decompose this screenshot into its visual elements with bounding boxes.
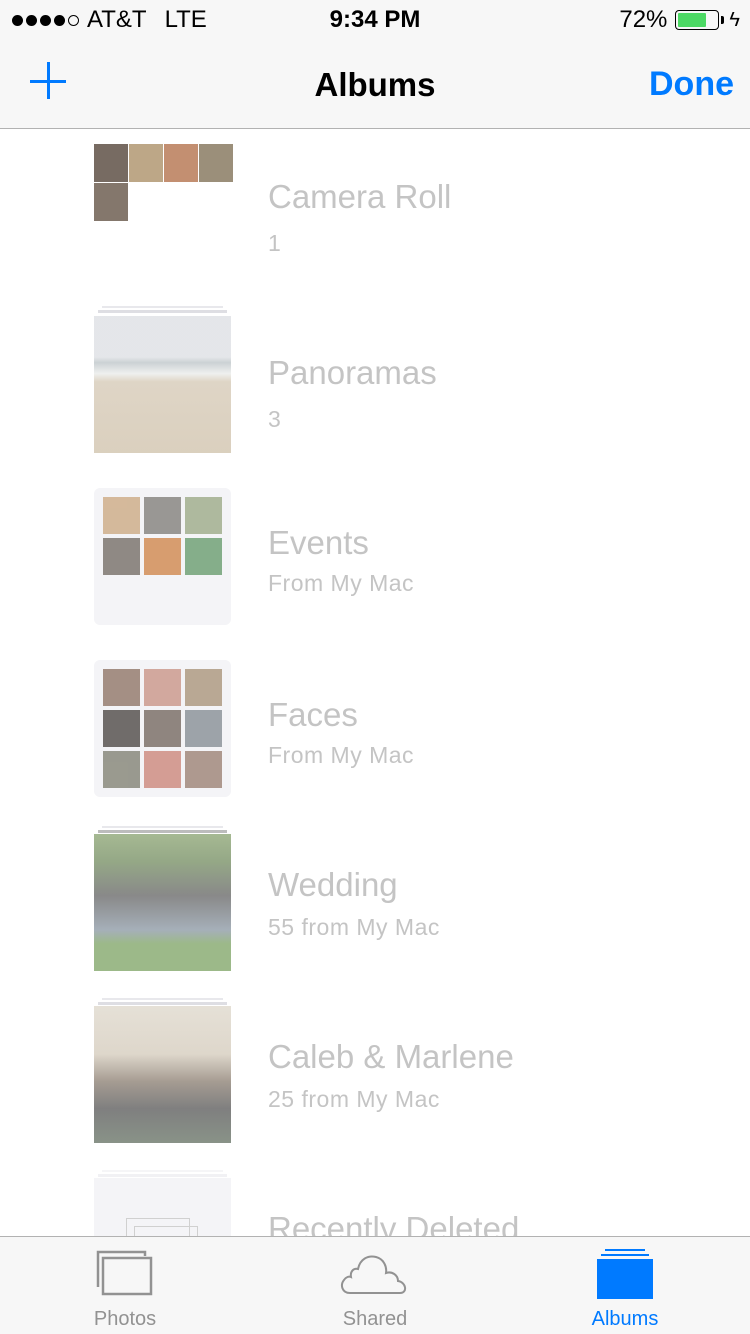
bolt-icon: ϟ <box>729 8 740 31</box>
tab-label: Shared <box>342 1308 408 1330</box>
album-row-faces[interactable]: Faces From My Mac <box>0 660 750 832</box>
stack-edge <box>98 310 227 313</box>
stack-edge <box>102 306 223 308</box>
group-photo-thumbnail <box>94 834 231 971</box>
album-name: Events <box>268 524 369 561</box>
album-name: Recently Deleted <box>268 1210 520 1236</box>
tab-label: Albums <box>591 1308 659 1330</box>
album-row-events[interactable]: Events From My Mac <box>0 488 750 660</box>
photos-icon <box>96 1250 153 1296</box>
tab-albums[interactable]: Albums <box>500 1237 750 1334</box>
battery-level <box>678 13 706 27</box>
photo-mosaic-thumbnail <box>94 144 233 222</box>
album-row-panoramas[interactable]: Panoramas 3 <box>0 306 750 478</box>
stack-edge <box>98 830 227 833</box>
party-photo-thumbnail <box>94 1006 231 1143</box>
album-count: 1 <box>268 230 282 256</box>
page-title: Albums <box>314 66 436 103</box>
album-name: Caleb & Marlene <box>268 1038 514 1075</box>
cloud-icon <box>341 1255 406 1294</box>
battery-info: 72% ϟ <box>619 6 740 34</box>
albums-icon <box>597 1249 653 1299</box>
beach-photo-thumbnail <box>94 316 231 453</box>
photos-albums-screen: AT&T LTE 9:34 PM 72% ϟ Albums Done Camer… <box>0 0 750 1334</box>
album-name: Panoramas <box>268 354 437 391</box>
stack-edge <box>102 1170 223 1172</box>
tab-bar: Photos Shared Albums <box>0 1236 750 1334</box>
album-row-camera-roll[interactable]: Camera Roll 1 <box>0 130 750 302</box>
album-row-wedding[interactable]: Wedding 55 from My Mac <box>0 826 750 998</box>
album-row-caleb-marlene[interactable]: Caleb & Marlene 25 from My Mac <box>0 998 750 1170</box>
album-name: Wedding <box>268 866 398 903</box>
album-name: Camera Roll <box>268 178 452 215</box>
stack-edge <box>102 998 223 1000</box>
navigation-bar: Albums Done <box>0 40 750 129</box>
event-grid-thumbnail <box>94 488 231 625</box>
stack-edge <box>98 1174 227 1177</box>
tab-label: Photos <box>93 1308 157 1330</box>
tab-photos[interactable]: Photos <box>0 1237 250 1334</box>
faces-grid-thumbnail <box>94 660 231 797</box>
album-count: 25 from My Mac <box>268 1086 440 1112</box>
empty-album-thumbnail <box>94 1178 231 1236</box>
done-button[interactable]: Done <box>649 65 734 104</box>
album-count: 3 <box>268 406 282 432</box>
battery-tip <box>721 16 725 24</box>
album-row-recently-deleted[interactable]: Recently Deleted <box>0 1170 750 1236</box>
battery-percent: 72% <box>619 6 668 33</box>
album-list[interactable]: Camera Roll 1 Panoramas 3 Events From My… <box>0 130 750 1236</box>
stack-edge <box>102 826 223 828</box>
battery-icon <box>675 10 720 30</box>
album-count: 55 from My Mac <box>268 914 440 940</box>
tab-shared[interactable]: Shared <box>250 1237 500 1334</box>
status-bar: AT&T LTE 9:34 PM 72% ϟ <box>0 0 750 40</box>
album-source: From My Mac <box>268 742 415 768</box>
album-name: Faces <box>268 696 358 733</box>
album-source: From My Mac <box>268 570 415 596</box>
stack-edge <box>98 1002 227 1005</box>
